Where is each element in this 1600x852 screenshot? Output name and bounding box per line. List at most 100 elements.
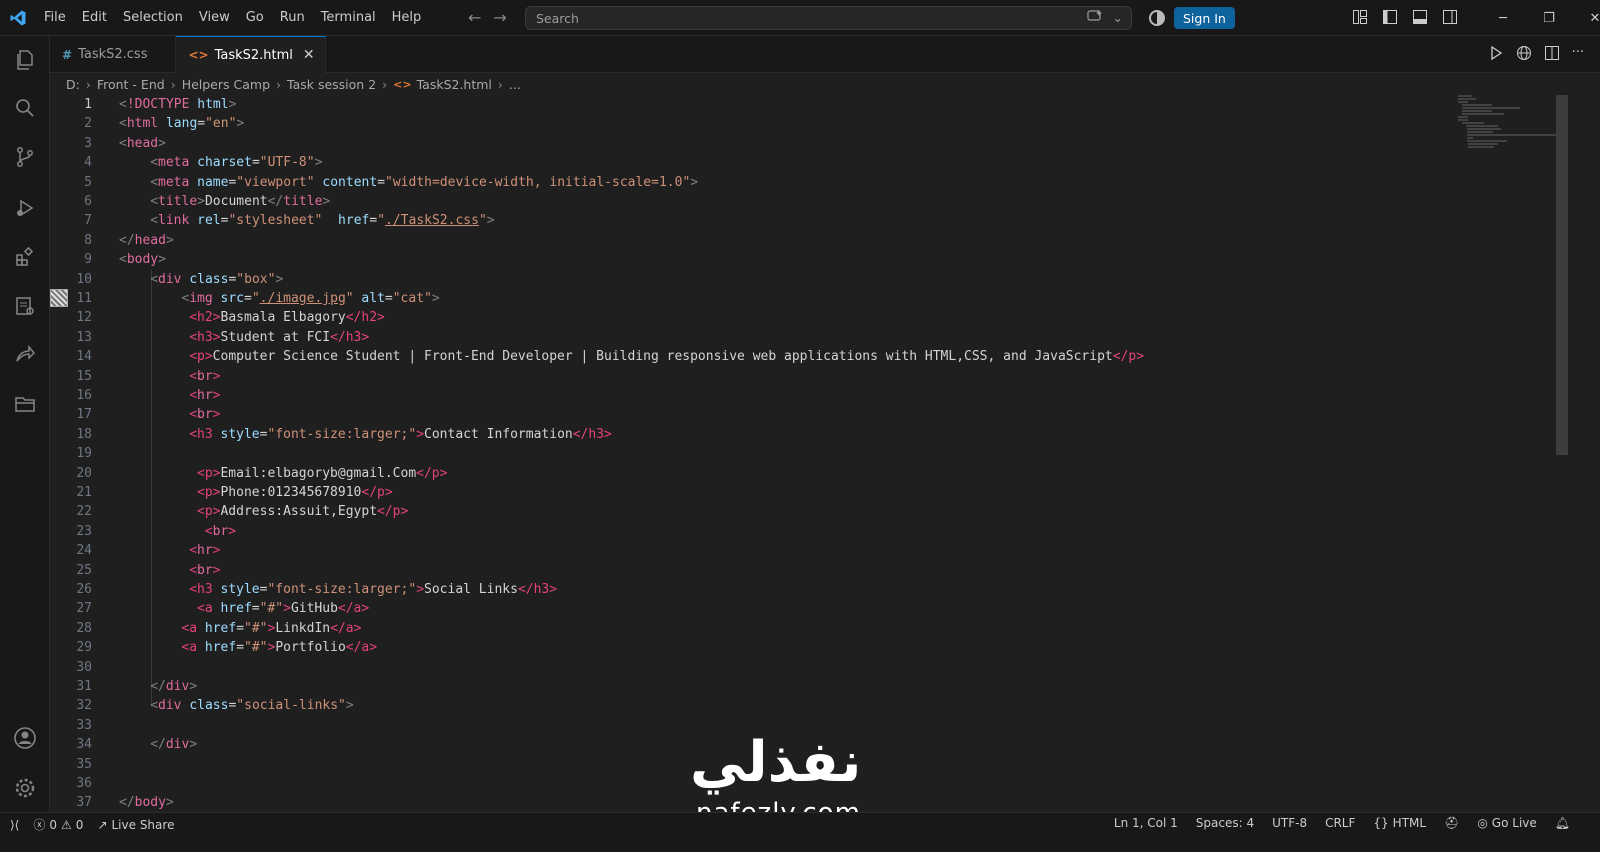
chat-sparkle-icon[interactable] [1086, 9, 1103, 26]
problems-indicator[interactable]: ⓧ 0 ⚠ 0 [33, 816, 83, 833]
code-line[interactable]: 29 <a href="#">Portfolio</a> [50, 638, 1550, 657]
code-line[interactable]: 15 <br> [50, 367, 1550, 386]
search-input[interactable]: Search ⌄ [525, 6, 1132, 30]
code-text: </body> [119, 793, 174, 812]
code-line[interactable]: 9 <body> [50, 250, 1550, 269]
minimize-icon[interactable]: ─ [1480, 0, 1526, 36]
globe-icon[interactable] [1516, 45, 1532, 65]
menu-run[interactable]: Run [272, 10, 313, 25]
code-token: > [189, 679, 198, 694]
code-line[interactable]: 3 <head> [50, 134, 1550, 153]
code-line[interactable]: 28 <a href="#">LinkdIn</a> [50, 619, 1550, 638]
code-line[interactable]: 22 <p>Address:Assuit,Egypt</p> [50, 502, 1550, 521]
code-line[interactable]: 19 [50, 444, 1550, 463]
code-line[interactable]: 8 </head> [50, 231, 1550, 250]
code-line[interactable]: 26 <h3 style="font-size:larger;">Social L… [50, 580, 1550, 599]
toggle-primary-sidebar-icon[interactable] [1382, 9, 1398, 29]
go-live-button[interactable]: ◎ Go Live [1477, 816, 1536, 830]
run-icon[interactable] [1488, 45, 1504, 65]
more-actions-icon[interactable]: ··· [1572, 45, 1584, 65]
code-line[interactable]: 10 <div class="box"> [50, 270, 1550, 289]
copilot-icon[interactable] [1148, 9, 1166, 31]
code-line[interactable]: 24 <hr> [50, 541, 1550, 560]
remote-indicator-icon[interactable]: ⟩⟨ [10, 818, 19, 832]
indentation[interactable]: Spaces: 4 [1196, 816, 1254, 830]
code-line[interactable]: 25 <br> [50, 561, 1550, 580]
copilot-status-icon[interactable]: ⛑ [1444, 816, 1459, 830]
code-text: <meta charset="UTF-8"> [150, 153, 322, 172]
back-arrow-icon[interactable]: ← [468, 8, 481, 27]
live-share-button[interactable]: ↗ Live Share [97, 818, 174, 832]
remote-explorer-icon[interactable] [0, 380, 50, 428]
explorer-icon[interactable] [0, 36, 50, 84]
close-icon[interactable]: ✕ [303, 47, 315, 63]
menu-terminal[interactable]: Terminal [313, 10, 384, 25]
code-line[interactable]: 2 <html lang="en"> [50, 114, 1550, 133]
code-editor[interactable]: 1 <!DOCTYPE html> 2 <html lang="en"> 3 <head>… [50, 95, 1600, 832]
sign-in-button[interactable]: Sign In [1174, 7, 1235, 29]
customize-layout-icon[interactable] [1352, 9, 1368, 29]
breadcrumb-item[interactable]: D: [66, 77, 80, 92]
preview-icon[interactable] [0, 282, 50, 330]
menu-edit[interactable]: Edit [74, 10, 115, 25]
code-line[interactable]: 16 <hr> [50, 386, 1550, 405]
code-line[interactable]: 32 <div class="social-links"> [50, 696, 1550, 715]
split-editor-icon[interactable] [1544, 45, 1560, 65]
tab-tasks2-html[interactable]: <> TaskS2.html ✕ [176, 36, 326, 73]
code-line[interactable]: 1 <!DOCTYPE html> [50, 95, 1550, 114]
line-number: 11 [76, 291, 92, 306]
toggle-panel-icon[interactable] [1412, 9, 1428, 29]
breadcrumb-item[interactable]: Helpers Camp [182, 77, 270, 92]
code-token: </p> [416, 465, 448, 481]
notifications-bell-icon[interactable]: 🔔︎ [1555, 816, 1570, 830]
code-line[interactable]: 4 <meta charset="UTF-8"> [50, 153, 1550, 172]
search-icon[interactable] [0, 84, 50, 132]
code-line[interactable]: 14 <p>Computer Science Student | Front-En… [50, 347, 1550, 366]
breadcrumb-item[interactable]: Task session 2 [287, 77, 376, 92]
code-line[interactable]: 23 <br> [50, 522, 1550, 541]
code-line[interactable]: 17 <br> [50, 405, 1550, 424]
menu-go[interactable]: Go [238, 10, 272, 25]
code-line[interactable]: 11 <img src="./image.jpg" alt="cat"> [50, 289, 1550, 308]
menu-view[interactable]: View [191, 10, 238, 25]
status-bar: ⟩⟨ ⓧ 0 ⚠ 0 ↗ Live Share Ln 1, Col 1 Spac… [0, 812, 1600, 834]
breadcrumb-item[interactable]: Front - End [97, 77, 165, 92]
code-line[interactable]: 18 <h3 style="font-size:larger;">Contact … [50, 425, 1550, 444]
cursor-position[interactable]: Ln 1, Col 1 [1114, 816, 1178, 830]
encoding[interactable]: UTF-8 [1272, 816, 1307, 830]
editor-tabs: # TaskS2.css <> TaskS2.html ✕ ··· [50, 36, 1600, 73]
chevron-down-icon[interactable]: ⌄ [1113, 10, 1123, 25]
tab-tasks2-css[interactable]: # TaskS2.css [50, 36, 177, 73]
breadcrumb-item[interactable]: ... [509, 77, 521, 92]
code-line[interactable]: 27 <a href="#">GitHub</a> [50, 599, 1550, 618]
extensions-icon[interactable] [0, 233, 50, 281]
code-line[interactable]: 7 <link rel="stylesheet" href="./TaskS2.c… [50, 211, 1550, 230]
code-line[interactable]: 20 <p>Email:elbagoryb@gmail.Com</p> [50, 464, 1550, 483]
code-line[interactable]: 30 [50, 658, 1550, 677]
line-number: 30 [76, 659, 92, 675]
code-line[interactable]: 6 <title>Document</title> [50, 192, 1550, 211]
language-mode[interactable]: {} HTML [1373, 816, 1426, 830]
forward-arrow-icon[interactable]: → [493, 8, 506, 27]
accounts-icon[interactable] [0, 714, 50, 762]
breadcrumb-item[interactable]: TaskS2.html [417, 77, 492, 92]
minimap[interactable] [1458, 95, 1558, 155]
restore-icon[interactable]: ❐ [1526, 0, 1572, 36]
menu-help[interactable]: Help [384, 10, 430, 25]
code-line[interactable]: 12 <h2>Basmala Elbagory</h2> [50, 308, 1550, 327]
menu-selection[interactable]: Selection [115, 10, 191, 25]
source-control-icon[interactable] [0, 133, 50, 181]
settings-gear-icon[interactable] [0, 764, 50, 812]
end-of-line[interactable]: CRLF [1325, 816, 1355, 830]
vertical-scrollbar[interactable] [1556, 95, 1568, 455]
code-line[interactable]: 5 <meta name="viewport" content="width=de… [50, 173, 1550, 192]
toggle-secondary-sidebar-icon[interactable] [1442, 9, 1458, 29]
run-debug-icon[interactable] [0, 184, 50, 232]
code-line[interactable]: 13 <h3>Student at FCI</h3> [50, 328, 1550, 347]
live-share-icon[interactable] [0, 331, 50, 379]
code-line[interactable]: 21 <p>Phone:012345678910</p> [50, 483, 1550, 502]
close-window-icon[interactable]: ✕ [1572, 0, 1600, 36]
menu-file[interactable]: File [36, 10, 74, 25]
code-line[interactable]: 31 </div> [50, 677, 1550, 696]
code-token: < [150, 174, 159, 190]
